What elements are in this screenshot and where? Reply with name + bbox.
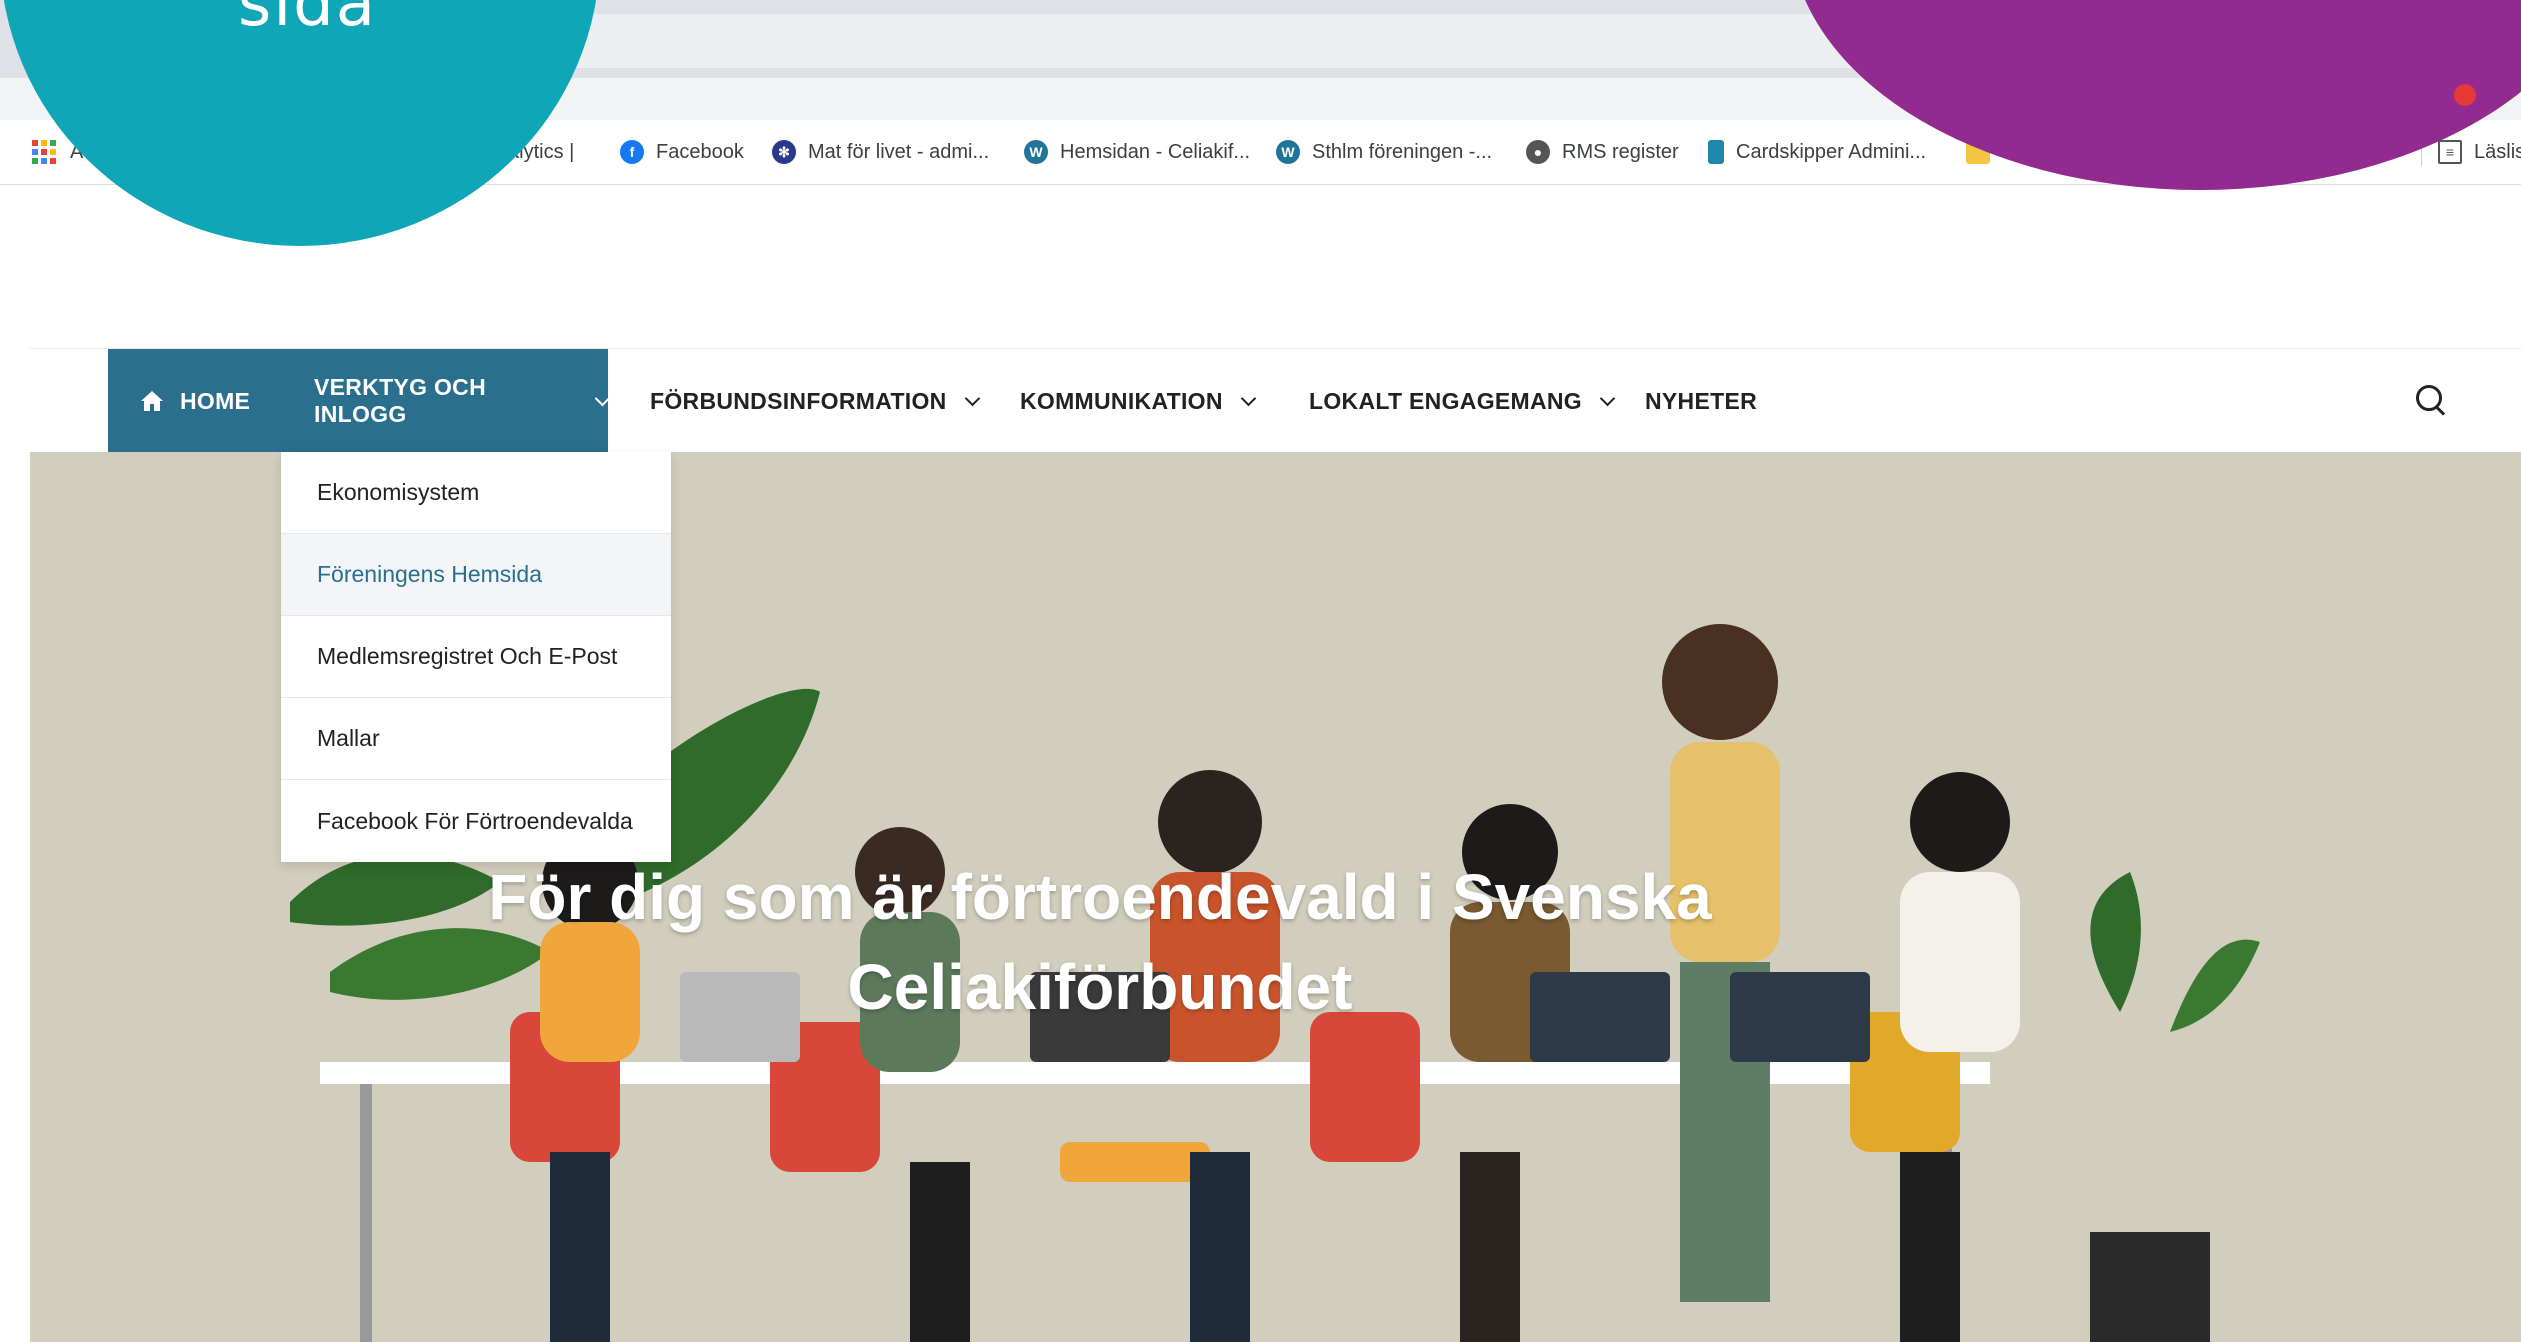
bookmark-facebook[interactable]: f Facebook (620, 120, 744, 184)
main-navigation: HOME VERKTYG OCH INLOGG FÖRBUNDSINFORMAT… (30, 348, 2521, 453)
nav-label: VERKTYG OCH INLOGG (314, 374, 486, 427)
nav-forbundsinformation[interactable]: FÖRBUNDSINFORMATION (650, 349, 980, 453)
hero-title-line2: Celiakiförbundet (847, 951, 1353, 1023)
bookmark-label: RMS register (1562, 140, 1679, 163)
dropdown-item-label: Mallar (317, 725, 380, 751)
extension-badge-icon[interactable] (2454, 84, 2476, 106)
dropdown-item-mallar[interactable]: Mallar (281, 698, 671, 780)
nav-home-label: HOME (180, 387, 251, 414)
overlay-label: sida (238, 0, 377, 41)
teal-overlay-circle: sida (0, 0, 600, 246)
home-icon (141, 391, 163, 411)
apps-icon[interactable] (32, 140, 56, 164)
bookmark-label: Sthlm föreningen -... (1312, 140, 1493, 163)
wordpress-icon: W (1024, 140, 1048, 164)
nav-kommunikation[interactable]: KOMMUNIKATION (1020, 349, 1257, 453)
dropdown-item-ekonomisystem[interactable]: Ekonomisystem (281, 452, 671, 534)
dropdown-item-label: Medlemsregistret Och E-Post (317, 643, 618, 669)
chevron-down-icon (1240, 390, 1257, 406)
dropdown-item-label: Ekonomisystem (317, 479, 480, 505)
facebook-icon: f (620, 140, 644, 164)
chevron-down-icon (1599, 390, 1616, 406)
chevron-down-icon (594, 390, 611, 406)
bookmark-label: Mat för livet - admi... (808, 140, 990, 163)
nav-label: FÖRBUNDSINFORMATION (650, 387, 947, 414)
dropdown-item-label: Facebook För Förtroendevalda (317, 807, 633, 834)
nav-label: LOKALT ENGAGEMANG (1309, 387, 1582, 414)
bookmark-rms[interactable]: ● RMS register (1526, 120, 1679, 184)
bookmark-label: Läslis (2474, 140, 2521, 163)
nav-lokalt-engagemang[interactable]: LOKALT ENGAGEMANG (1309, 349, 1616, 453)
hero-title-line1: För dig som är förtroendevald i Svenska (488, 861, 1712, 933)
phone-icon (1708, 140, 1724, 164)
dropdown-item-facebook-fortroendevalda[interactable]: Facebook För Förtroendevalda (281, 780, 671, 862)
bookmark-label: Cardskipper Admini... (1736, 140, 1927, 163)
nav-nyheter[interactable]: NYHETER (1645, 349, 1757, 453)
bookmark-label: Hemsidan - Celiakif... (1060, 140, 1251, 163)
nav-verktyg-och-inlogg[interactable]: VERKTYG OCH INLOGG (288, 349, 611, 453)
bookmark-label: Facebook (656, 140, 744, 163)
reading-list-icon: ≡ (2438, 140, 2462, 164)
hero-title: För dig som är förtroendevald i Svenska … (450, 852, 1750, 1032)
dropdown-item-foreningens-hemsida[interactable]: Föreningens Hemsida (281, 534, 671, 616)
chevron-down-icon (964, 390, 980, 406)
nav-home[interactable]: HOME (108, 349, 288, 453)
site-icon: ✻ (772, 140, 796, 164)
bookmark-cardskipper[interactable]: Cardskipper Admini... (1708, 120, 1926, 184)
nav-label: NYHETER (1645, 387, 1758, 414)
bookmark-hemsidan[interactable]: W Hemsidan - Celiakif... (1024, 120, 1250, 184)
wordpress-icon: W (1276, 140, 1300, 164)
dropdown-item-medlemsregistret[interactable]: Medlemsregistret Och E-Post (281, 616, 671, 698)
dropdown-item-label: Föreningens Hemsida (317, 561, 543, 587)
bookmark-mat-for-livet[interactable]: ✻ Mat för livet - admi... (772, 120, 989, 184)
bookmark-sthlm[interactable]: W Sthlm föreningen -... (1276, 120, 1492, 184)
search-icon[interactable] (2416, 385, 2442, 411)
verktyg-dropdown-menu: Ekonomisystem Föreningens Hemsida Medlem… (281, 452, 671, 862)
nav-label: KOMMUNIKATION (1020, 387, 1223, 414)
globe-icon: ● (1526, 140, 1550, 164)
